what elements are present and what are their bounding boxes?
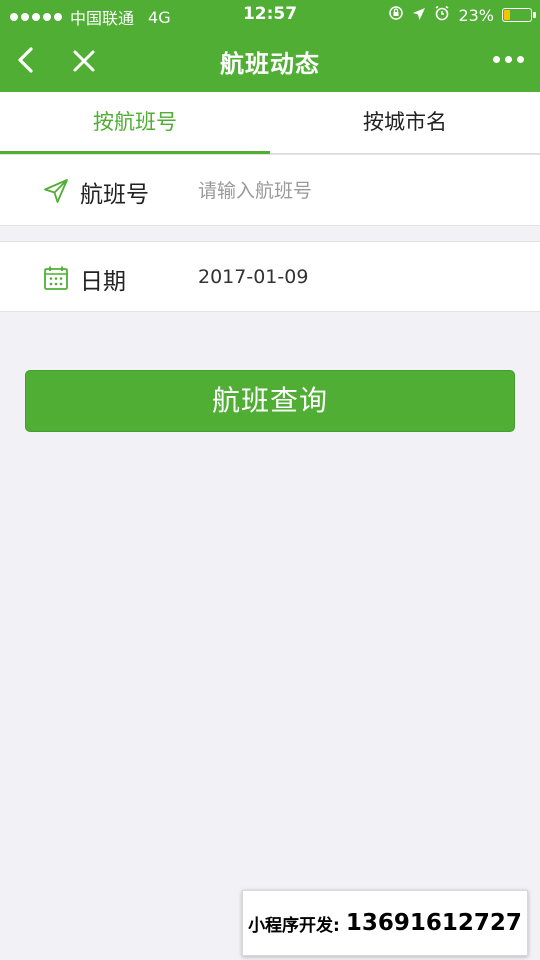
back-button[interactable] (10, 45, 40, 75)
more-options-button[interactable] (493, 56, 524, 63)
search-mode-tabs: 按航班号 按城市名 (0, 92, 540, 154)
battery-icon (502, 8, 536, 22)
location-arrow-icon (412, 6, 426, 25)
orientation-lock-icon (388, 5, 404, 25)
nav-bar: 航班动态 (0, 30, 540, 92)
flight-number-input[interactable] (198, 175, 498, 207)
flight-number-row[interactable]: 航班号 (0, 154, 540, 226)
watermark-phone: 13691612727 (345, 910, 522, 936)
flight-search-button[interactable]: 航班查询 (25, 370, 515, 432)
close-icon (73, 50, 95, 72)
watermark-label: 小程序开发: (248, 915, 340, 936)
paper-plane-icon (44, 179, 68, 203)
more-dot-icon (517, 56, 524, 63)
date-label: 日期 (80, 269, 126, 295)
date-row[interactable]: 日期 2017-01-09 (0, 241, 540, 312)
flight-number-label: 航班号 (80, 182, 149, 208)
calendar-icon (44, 266, 68, 290)
alarm-icon (434, 5, 450, 25)
status-bar: 中国联通 4G 12:57 23% (0, 0, 540, 30)
battery-percent: 23% (458, 5, 494, 25)
tab-by-city-name[interactable]: 按城市名 (270, 92, 540, 153)
status-right: 23% (388, 5, 536, 25)
page-title: 航班动态 (220, 50, 320, 78)
app-root: 中国联通 4G 12:57 23% 航班动态 按航班号 按城市名 航班号 请输入… (0, 0, 540, 960)
tab-by-flight-number[interactable]: 按航班号 (0, 92, 270, 154)
chevron-left-icon (18, 47, 33, 73)
close-button[interactable] (68, 45, 100, 77)
contact-watermark: 小程序开发: 13691612727 (242, 890, 528, 956)
more-dot-icon (493, 56, 500, 63)
more-dot-icon (505, 56, 512, 63)
date-picker-value[interactable]: 2017-01-09 (198, 266, 308, 288)
header-bar: 中国联通 4G 12:57 23% 航班动态 (0, 0, 540, 92)
